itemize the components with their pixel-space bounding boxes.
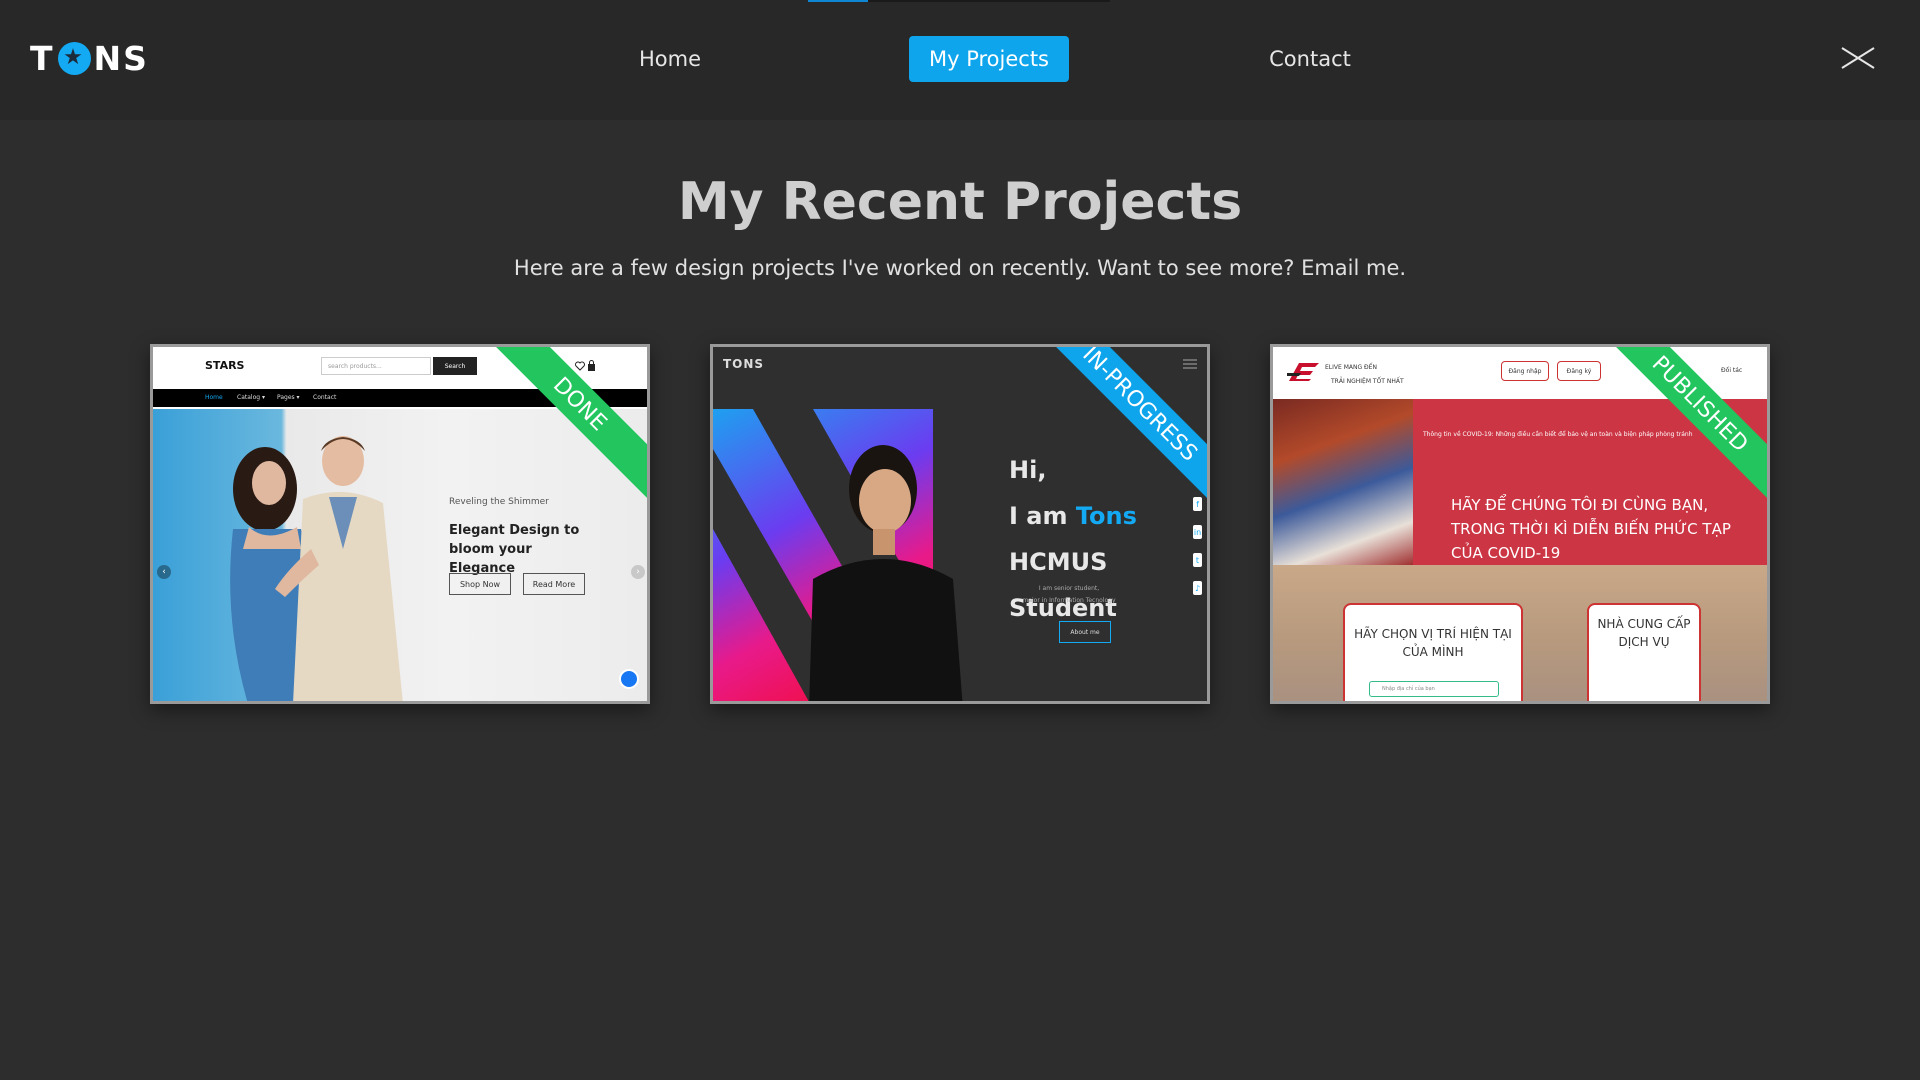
covid-poster-image <box>1273 399 1413 565</box>
close-icon <box>1841 47 1875 69</box>
nav-contact-link[interactable]: Contact <box>1250 36 1370 82</box>
brand-line-1: ELIVE MANG ĐẾN <box>1325 364 1377 371</box>
preview-partner-link: Đối tác <box>1721 367 1743 374</box>
chevron-left-icon: ‹ <box>157 565 171 579</box>
preview-tagline: Reveling the Shimmer <box>449 497 549 507</box>
preview-headline: Elegant Design to bloom your Elegance <box>449 523 580 576</box>
scroll-indicator <box>808 0 1110 2</box>
preview-register-button: Đăng ký <box>1557 361 1601 381</box>
top-navbar: T ★ NS Home My Projects Contact <box>0 0 1920 120</box>
chevron-right-icon: › <box>631 565 645 579</box>
close-menu-button[interactable] <box>1840 44 1876 74</box>
linkedin-icon: in <box>1193 525 1202 539</box>
preview-description: I am senior student, major in Informatio… <box>1009 583 1129 607</box>
preview-nav-item: Contact <box>313 394 337 401</box>
project-card-stars[interactable]: DONE STARS search products... Search Hom… <box>150 344 650 704</box>
project-card-elive[interactable]: ELIVE MANG ĐẾN TRẢI NGHIỆM TỐT NHẤT Đăng… <box>1270 344 1770 704</box>
preview-nav-item: Pages ▾ <box>277 394 300 401</box>
page-title: My Recent Projects <box>677 172 1243 232</box>
preview-nav-item: Catalog ▾ <box>237 394 265 401</box>
brand-line-2: TRẢI NGHIỆM TỐT NHẤT <box>1331 378 1404 385</box>
preview-notice: Thông tin về COVID-19: Những điều cần bi… <box>1423 431 1693 438</box>
bag-icon <box>588 360 595 371</box>
elive-logo-icon <box>1287 363 1319 381</box>
greeting-line-2: I am Tons <box>1009 493 1207 539</box>
couple-photo <box>230 436 403 701</box>
preview-brand: STARS <box>205 359 245 372</box>
preview-headline: HÃY ĐỂ CHÚNG TÔI ĐI CÙNG BẠN, TRONG THỜI… <box>1451 496 1731 562</box>
logo-text-left: T <box>30 38 55 78</box>
greeting-prefix: I am <box>1009 502 1076 530</box>
site-logo[interactable]: T ★ NS <box>30 38 149 78</box>
logo-text-right: NS <box>93 38 149 78</box>
preview-search-button: Search <box>433 357 477 375</box>
star-icon: ★ <box>57 41 91 75</box>
description-line-1: I am senior student, <box>1038 585 1100 592</box>
preview-brand: ELIVE MANG ĐẾN TRẢI NGHIỆM TỐT NHẤT <box>1325 361 1404 389</box>
hero-graphic <box>713 409 979 701</box>
page-subtitle: Here are a few design projects I've work… <box>513 256 1407 280</box>
preview-address-input: Nhập địa chỉ của bạn <box>1369 681 1499 697</box>
preview-nav-item: Home <box>205 394 223 401</box>
preview-logo: TONS <box>723 357 765 371</box>
menu-icon <box>1183 359 1197 369</box>
preview-about-button: About me <box>1059 621 1111 643</box>
heart-icon <box>575 361 585 371</box>
tiktok-icon: ♪ <box>1193 581 1202 595</box>
facebook-icon: f <box>1193 497 1202 511</box>
preview-shop-now-button: Shop Now <box>449 573 511 595</box>
twitter-icon: t <box>1193 553 1202 567</box>
project-card-portfolio[interactable]: IN-PROGRESS TONS Hi, I am Tons HCMUS Stu… <box>710 344 1210 704</box>
description-line-2: major in Information Tecnology <box>1022 597 1116 604</box>
greeting-name: Tons <box>1075 502 1137 530</box>
messenger-icon <box>619 669 639 689</box>
nav-home-link[interactable]: Home <box>620 36 720 82</box>
nav-my-projects-link[interactable]: My Projects <box>909 36 1069 82</box>
preview-login-button: Đăng nhập <box>1501 361 1549 381</box>
preview-read-more-button: Read More <box>523 573 585 595</box>
preview-provider-box: NHÀ CUNG CẤP DỊCH VỤ <box>1587 603 1701 701</box>
preview-search-input: search products... <box>321 357 431 375</box>
